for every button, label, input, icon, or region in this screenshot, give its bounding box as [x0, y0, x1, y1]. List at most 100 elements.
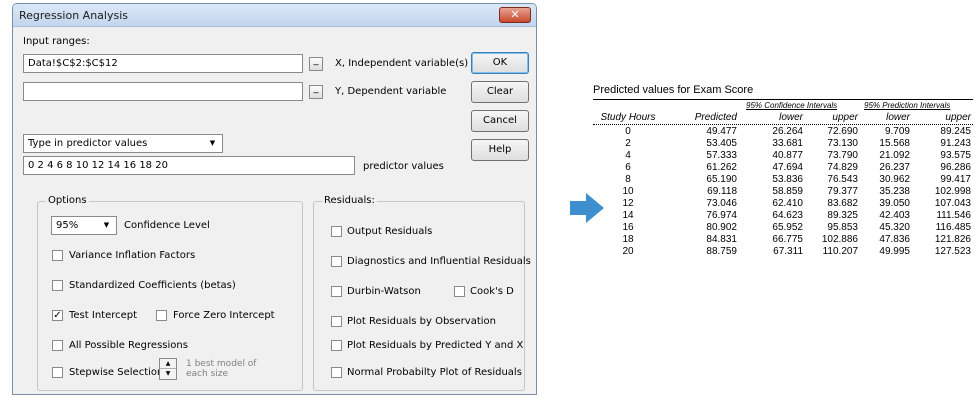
table-cell: 10 [622, 186, 634, 197]
table-cell: 47.836 [879, 234, 910, 245]
table-row: 0 49.477 26.264 72.690 9.709 89.245 [593, 126, 973, 138]
ok-button[interactable]: OK [471, 52, 529, 74]
table-cell: 64.623 [772, 210, 803, 221]
table-cell: 57.333 [706, 150, 737, 161]
std-coef-checkbox[interactable] [52, 280, 63, 291]
table-cell: 18 [622, 234, 634, 245]
column-header: Predicted [694, 112, 737, 123]
help-button[interactable]: Help [471, 139, 529, 161]
vif-checkbox[interactable] [52, 250, 63, 261]
std-coef-label: Standardized Coefficients (betas) [69, 280, 236, 291]
vif-label: Variance Inflation Factors [69, 250, 196, 261]
table-cell: 21.092 [879, 150, 910, 161]
table-cell: 45.320 [879, 222, 910, 233]
table-cell: 76.543 [827, 174, 858, 185]
output-residuals-label: Output Residuals [347, 226, 433, 237]
table-cell: 83.682 [827, 198, 858, 209]
plot-by-observation-checkbox[interactable] [331, 316, 342, 327]
chevron-down-icon: ▼ [103, 221, 110, 229]
table-cell: 53.836 [772, 174, 803, 185]
confidence-level-value: 95% [56, 220, 79, 231]
prediction-intervals-header: 95% Prediction Intervals [864, 101, 951, 110]
title-divider [593, 99, 973, 100]
cooks-d-checkbox[interactable] [454, 286, 465, 297]
spinner-down-icon[interactable]: ▼ [160, 369, 176, 379]
y-range-select-button[interactable]: _ [309, 84, 323, 99]
table-cell: 127.523 [934, 246, 971, 257]
table-row: 16 80.902 65.952 95.853 45.320 116.485 [593, 222, 973, 234]
options-group: Options 95% ▼ Confidence Level Variance … [37, 195, 303, 391]
table-row: 6 61.262 47.694 74.829 26.237 96.286 [593, 162, 973, 174]
column-header: upper [832, 112, 858, 123]
table-cell: 65.952 [772, 222, 803, 233]
x-variable-label: X, Independent variable(s) [335, 58, 469, 69]
table-cell: 73.790 [827, 150, 858, 161]
force-zero-label: Force Zero Intercept [173, 310, 275, 321]
durbin-watson-label: Durbin-Watson [347, 286, 421, 297]
clear-button[interactable]: Clear [471, 81, 529, 103]
table-cell: 14 [622, 210, 634, 221]
table-cell: 102.886 [821, 234, 858, 245]
predictor-values-input[interactable]: 0 2 4 6 8 10 12 14 16 18 20 [23, 156, 355, 175]
plot-by-observation-label: Plot Residuals by Observation [347, 316, 496, 327]
close-button[interactable]: ✕ [499, 7, 531, 23]
table-title: Predicted values for Exam Score [593, 84, 754, 96]
table-cell: 40.877 [772, 150, 803, 161]
confidence-intervals-header: 95% Confidence Intervals [746, 101, 838, 110]
table-row: 2 53.405 33.681 73.130 15.568 91.243 [593, 138, 973, 150]
output-residuals-checkbox[interactable] [331, 226, 342, 237]
table-cell: 121.826 [934, 234, 971, 245]
header-divider [593, 124, 973, 125]
table-row: 4 57.333 40.877 73.790 21.092 93.575 [593, 150, 973, 162]
table-cell: 42.403 [879, 210, 910, 221]
predictor-mode-select[interactable]: Type in predictor values ▼ [23, 134, 223, 153]
title-bar[interactable]: Regression Analysis ✕ [13, 4, 536, 27]
table-cell: 84.831 [706, 234, 737, 245]
column-header: lower [886, 112, 910, 123]
table-cell: 4 [625, 150, 631, 161]
table-cell: 72.690 [827, 126, 858, 137]
stepwise-spinner[interactable]: ▲ ▼ [159, 358, 177, 380]
test-intercept-checkbox[interactable]: ✓ [52, 310, 63, 321]
x-range-input[interactable]: Data!$C$2:$C$12 [23, 54, 303, 73]
y-range-input[interactable] [23, 82, 303, 101]
table-cell: 69.118 [707, 186, 737, 197]
table-row: 10 69.118 58.859 79.377 35.238 102.998 [593, 186, 973, 198]
table-cell: 61.262 [706, 162, 737, 173]
all-possible-checkbox[interactable] [52, 340, 63, 351]
plot-by-predicted-checkbox[interactable] [331, 340, 342, 351]
table-cell: 33.681 [772, 138, 803, 149]
options-group-title: Options [46, 195, 89, 206]
table-cell: 12 [622, 198, 634, 209]
table-cell: 8 [625, 174, 631, 185]
table-row: 18 84.831 66.775 102.886 47.836 121.826 [593, 234, 973, 246]
table-cell: 111.546 [936, 210, 971, 221]
table-cell: 96.286 [940, 162, 971, 173]
table-row: 12 73.046 62.410 83.682 39.050 107.043 [593, 198, 973, 210]
residuals-group: Residuals: Output Residuals Diagnostics … [313, 195, 531, 391]
test-intercept-label: Test Intercept [69, 310, 138, 321]
table-cell: 66.775 [772, 234, 803, 245]
table-cell: 65.190 [706, 174, 737, 185]
table-cell: 93.575 [940, 150, 971, 161]
cancel-button[interactable]: Cancel [471, 110, 529, 132]
stepwise-checkbox[interactable] [52, 367, 63, 378]
table-cell: 88.759 [706, 246, 737, 257]
table-cell: 47.694 [772, 162, 803, 173]
regression-dialog: Regression Analysis ✕ Input ranges: Data… [12, 3, 537, 395]
y-variable-label: Y, Dependent variable [335, 86, 447, 97]
chevron-down-icon: ▼ [209, 139, 216, 147]
x-range-select-button[interactable]: _ [309, 56, 323, 71]
normal-probability-checkbox[interactable] [331, 367, 342, 378]
plot-by-predicted-label: Plot Residuals by Predicted Y and X [347, 340, 524, 351]
column-header: lower [779, 112, 803, 123]
diagnostics-checkbox[interactable] [331, 256, 342, 267]
stepwise-hint: 1 best model of each size [186, 359, 257, 379]
durbin-watson-checkbox[interactable] [331, 286, 342, 297]
confidence-level-select[interactable]: 95% ▼ [51, 216, 117, 235]
force-zero-checkbox[interactable] [156, 310, 167, 321]
table-cell: 74.829 [827, 162, 858, 173]
table-cell: 62.410 [772, 198, 803, 209]
table-cell: 80.902 [706, 222, 737, 233]
spinner-up-icon[interactable]: ▲ [160, 359, 176, 369]
